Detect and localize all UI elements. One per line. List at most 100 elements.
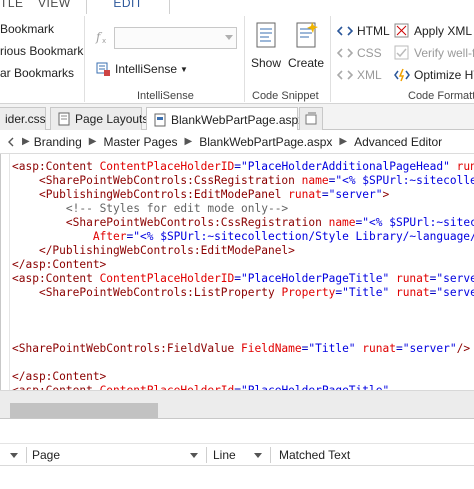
dropdown-arrow-icon: ▼ (180, 64, 188, 74)
code-token: "serve (436, 272, 474, 285)
column-header-label: Page (32, 448, 61, 462)
code-token: "PlaceHolderPageTitle" (241, 272, 390, 285)
page-column-menu[interactable] (190, 444, 200, 466)
new-tab-button[interactable] (299, 107, 323, 130)
code-token: <asp:Content (12, 160, 100, 173)
intellisense-button[interactable]: IntelliSense ▼ (95, 61, 188, 77)
code-token: Property (281, 286, 336, 299)
horizontal-scrollbar[interactable] (0, 390, 474, 418)
apply-xml-button[interactable]: Apply XML (394, 23, 472, 39)
code-token: <SharePointWebControls:FieldValue (12, 342, 242, 355)
document-tab-strip: ider.css Page Layouts BlankWebPartPage.a… (0, 104, 474, 131)
code-token: "<% $SPUrl:~sitecolle (335, 174, 474, 187)
bookmark-button[interactable]: Bookmark (0, 22, 54, 36)
scrollbar-thumb[interactable] (10, 403, 158, 418)
breadcrumb-item-advanced-editor[interactable]: Advanced Editor (354, 135, 442, 149)
chevron-right-icon: ▶ (339, 136, 348, 147)
code-token: <SharePointWebControls:CssRegistration (65, 216, 329, 229)
line-column-menu[interactable] (254, 444, 264, 466)
new-tab-icon (304, 112, 318, 126)
show-snippet-label: Show (250, 56, 282, 70)
code-editor[interactable]: <asp:Content ContentPlaceHolderID = "Place… (0, 154, 474, 390)
xml-format-button[interactable]: XML (337, 67, 382, 83)
doc-tab-css[interactable]: ider.css (0, 107, 46, 130)
doc-tab-blank-web-part-page[interactable]: BlankWebPartPage.aspx * (146, 107, 312, 131)
column-divider (270, 447, 271, 463)
back-arrow-icon[interactable] (0, 130, 22, 154)
code-line: </PublishingWebControls:EditModePanel> (12, 244, 474, 258)
show-snippet-icon (249, 20, 283, 52)
code-line: <SharePointWebControls:CssRegistration n… (12, 216, 474, 230)
intellisense-group-label: IntelliSense (137, 90, 194, 102)
css-icon (337, 45, 353, 61)
ribbon-group-divider (330, 16, 331, 102)
clear-bookmarks-label: ar Bookmarks (0, 66, 75, 80)
html-format-label: HTML (357, 24, 390, 38)
doc-tab-label: Page Layouts (75, 112, 149, 126)
ribbon-tab-edit[interactable]: EDIT (86, 0, 170, 14)
verify-well-formed-button[interactable]: Verify well-f (394, 45, 474, 61)
apply-xml-label: Apply XML (414, 24, 473, 38)
column-header-matched-text[interactable]: Matched Text (279, 444, 459, 466)
optimize-html-button[interactable]: Optimize HT (394, 67, 474, 83)
code-token: runat (456, 160, 474, 173)
code-token: <!-- Styles for edit mode only--> (65, 202, 289, 215)
code-token: </asp:Content> (12, 370, 107, 383)
ribbon-group-divider (84, 16, 85, 102)
code-token: "<% $SPUrl:~sitecollection/Style Library… (133, 230, 474, 243)
breadcrumb-item-branding[interactable]: Branding (34, 135, 82, 149)
previous-bookmark-button[interactable]: rious Bookmark (0, 44, 83, 58)
code-token: /> (456, 342, 471, 355)
create-snippet-button[interactable]: Create (287, 20, 325, 80)
html-format-button[interactable]: HTML (337, 23, 390, 39)
function-combo[interactable] (114, 27, 237, 49)
code-line: <SharePointWebControls:FieldValue FieldN… (12, 342, 474, 356)
ribbon-tab-view[interactable]: VIEW (38, 0, 78, 14)
doc-tab-page-layouts[interactable]: Page Layouts (50, 107, 148, 130)
breadcrumb-item-master-pages[interactable]: Master Pages (103, 135, 177, 149)
code-token: FieldName (241, 342, 302, 355)
code-token: ContentPlaceHolderID (99, 272, 235, 285)
code-token: name (328, 216, 356, 229)
xml-format-label: XML (357, 68, 382, 82)
code-line: </asp:Content> (12, 258, 474, 272)
find-results-pane: Page Line Matched Text (0, 418, 474, 489)
clear-bookmarks-button[interactable]: ar Bookmarks (0, 66, 74, 80)
code-token: <SharePointWebControls:CssRegistration (38, 174, 302, 187)
code-token: <asp:Content (12, 272, 100, 285)
sort-indicator[interactable] (10, 444, 18, 466)
create-snippet-label: Create (287, 56, 325, 70)
chevron-down-icon (10, 452, 18, 458)
ribbon-tab-title[interactable]: TLE (0, 0, 30, 14)
code-token: "<% $SPUrl:~sitec (362, 216, 474, 229)
chevron-down-icon (190, 452, 198, 458)
code-token: runat (355, 342, 396, 355)
css-format-label: CSS (357, 46, 382, 60)
column-header-page[interactable]: Page (32, 444, 182, 466)
show-snippet-button[interactable]: Show (247, 20, 285, 80)
ribbon-tab-label: VIEW (38, 0, 71, 10)
breadcrumb-item-page[interactable]: BlankWebPartPage.aspx (199, 135, 332, 149)
code-token: "serve (436, 286, 474, 299)
apply-xml-icon (394, 23, 410, 39)
code-token: = (321, 188, 329, 201)
create-snippet-icon (289, 20, 323, 52)
code-token: runat (389, 286, 430, 299)
xml-icon (337, 67, 353, 83)
code-lines: <asp:Content ContentPlaceHolderID = "Place… (12, 160, 474, 390)
ribbon-tab-label: TLE (0, 0, 24, 10)
css-format-button[interactable]: CSS (337, 45, 382, 61)
code-line: <SharePointWebControls:CssRegistration n… (12, 174, 474, 188)
column-header-line[interactable]: Line (213, 444, 253, 466)
code-token: runat (389, 272, 430, 285)
code-token: ContentPlaceHolderID (99, 160, 235, 173)
